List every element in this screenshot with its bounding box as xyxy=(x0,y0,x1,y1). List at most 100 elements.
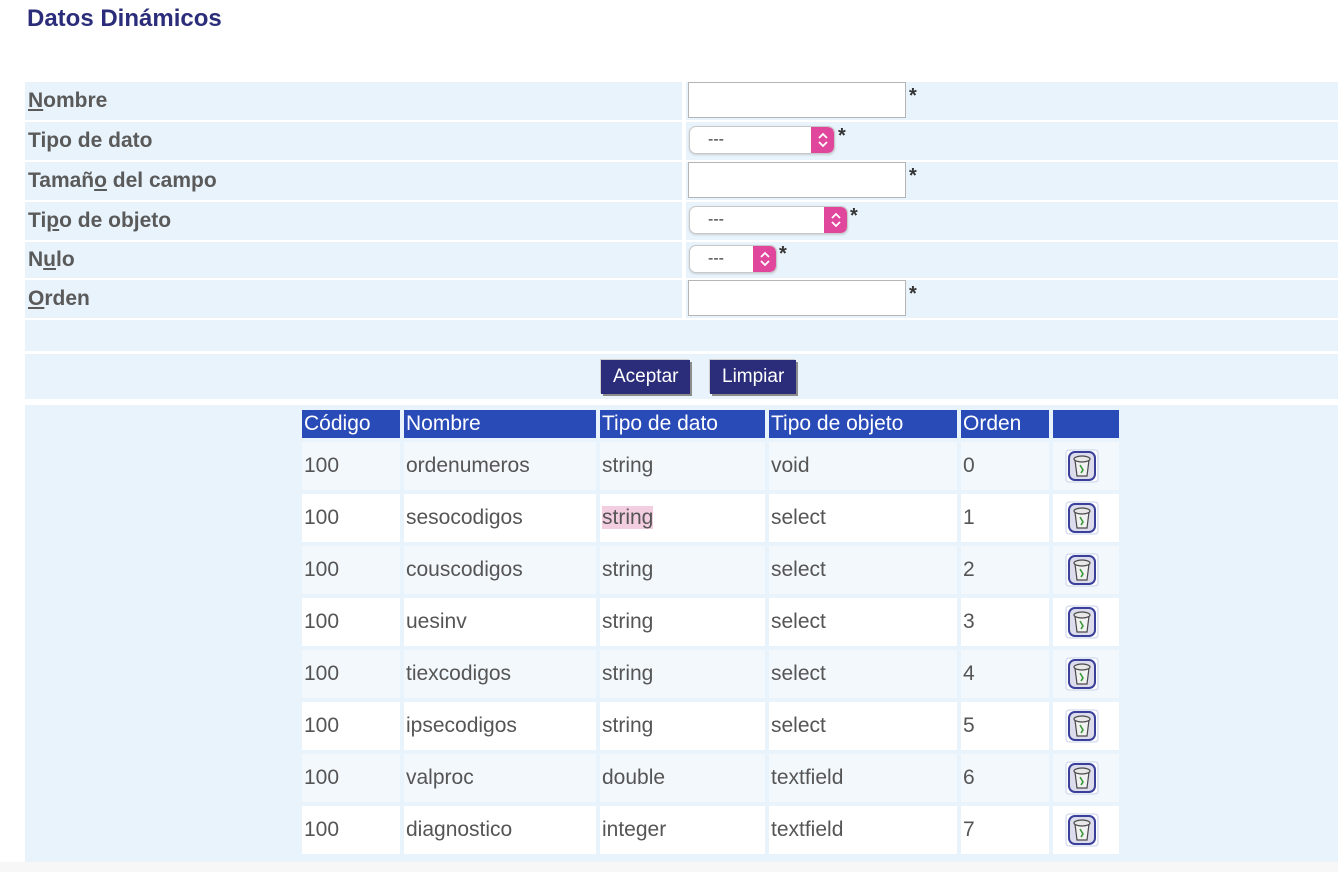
trash-icon[interactable] xyxy=(1065,553,1099,587)
orden-label-rest: rden xyxy=(44,287,90,310)
cell-tipo-dato-text: string xyxy=(602,558,654,581)
tipo-dato-required-mark: * xyxy=(838,125,846,147)
cell-codigo: 100 xyxy=(302,598,400,646)
cell-orden: 6 xyxy=(961,754,1049,802)
cell-codigo-text: 100 xyxy=(304,766,340,789)
nombre-required-mark: * xyxy=(909,85,917,107)
tamano-label-accesskey: o xyxy=(94,169,107,192)
cell-codigo: 100 xyxy=(302,546,400,594)
cell-tipo-objeto: select xyxy=(769,494,957,542)
cell-tipo-dato-text: double xyxy=(602,766,666,789)
accept-button[interactable]: Aceptar xyxy=(601,360,691,394)
clear-button[interactable]: Limpiar xyxy=(710,360,797,394)
page-title: Datos Dinámicos xyxy=(27,5,222,32)
cell-tipo-dato-text: string xyxy=(602,506,654,529)
cell-nombre: diagnostico xyxy=(404,806,596,854)
cell-orden-text: 5 xyxy=(963,714,975,737)
cell-nombre: tiexcodigos xyxy=(404,650,596,698)
cell-nombre: sesocodigos xyxy=(404,494,596,542)
trash-icon[interactable] xyxy=(1065,449,1099,483)
cell-codigo-text: 100 xyxy=(304,662,340,685)
results-panel: Código Nombre Tipo de dato Tipo de objet… xyxy=(25,405,1338,862)
cell-tipo-objeto-text: select xyxy=(771,662,826,685)
form-panel: Nombre * Tipo de dato --- * Tamañ o del c… xyxy=(25,82,1338,399)
cell-tipo-dato: integer xyxy=(600,806,765,854)
cell-orden-text: 7 xyxy=(963,818,975,841)
cell-orden: 7 xyxy=(961,806,1049,854)
column-header-tipo-objeto: Tipo de objeto xyxy=(769,410,957,438)
tipo-objeto-select[interactable]: --- xyxy=(689,206,848,234)
nombre-label-accesskey: N xyxy=(28,89,44,112)
tipo-objeto-label-accesskey: p xyxy=(46,209,60,232)
cell-nombre-text: diagnostico xyxy=(406,818,513,841)
cell-codigo: 100 xyxy=(302,806,400,854)
cell-tipo-dato-text: integer xyxy=(602,818,667,841)
cell-tipo-dato-text: string xyxy=(602,714,654,737)
cell-codigo-text: 100 xyxy=(304,714,340,737)
table-row: 100 tiexcodigos string select 4 xyxy=(302,650,1119,698)
tamano-label-b: del campo xyxy=(106,169,217,192)
cell-orden-text: 3 xyxy=(963,610,975,633)
cell-tipo-objeto-text: select xyxy=(771,610,826,633)
cell-nombre: ipsecodigos xyxy=(404,702,596,750)
tipo-dato-label: Tipo de dato xyxy=(25,122,682,160)
cell-actions xyxy=(1053,494,1119,542)
tamano-input[interactable] xyxy=(688,162,906,198)
trash-icon[interactable] xyxy=(1065,657,1099,691)
nulo-select[interactable]: --- xyxy=(689,245,777,273)
cell-orden-text: 0 xyxy=(963,454,975,477)
cell-nombre: valproc xyxy=(404,754,596,802)
cell-nombre: couscodigos xyxy=(404,546,596,594)
trash-icon[interactable] xyxy=(1065,605,1099,639)
cell-tipo-dato-text: string xyxy=(602,610,654,633)
cell-codigo-text: 100 xyxy=(304,454,340,477)
cell-tipo-objeto: select xyxy=(769,598,957,646)
cell-codigo-text: 100 xyxy=(304,506,340,529)
cell-tipo-dato: string xyxy=(600,442,765,490)
trash-icon[interactable] xyxy=(1065,761,1099,795)
nombre-input[interactable] xyxy=(688,82,906,118)
form-spacer-row xyxy=(25,320,1338,351)
cell-tipo-objeto: select xyxy=(769,702,957,750)
cell-orden: 0 xyxy=(961,442,1049,490)
cell-orden-text: 4 xyxy=(963,662,975,685)
orden-label-accesskey: O xyxy=(28,287,45,310)
cell-actions xyxy=(1053,442,1119,490)
cell-actions xyxy=(1053,702,1119,750)
nombre-cell: * xyxy=(686,82,1338,120)
cell-nombre-text: valproc xyxy=(406,766,474,789)
cell-actions xyxy=(1053,754,1119,802)
cell-nombre-text: ipsecodigos xyxy=(406,714,517,737)
cell-actions xyxy=(1053,650,1119,698)
tipo-objeto-label: Ti p o de objeto xyxy=(25,202,682,240)
cell-orden-text: 6 xyxy=(963,766,975,789)
page-bottom-strip xyxy=(0,862,1338,872)
select-arrows-icon xyxy=(824,207,847,233)
cell-tipo-objeto: void xyxy=(769,442,957,490)
column-header-nombre: Nombre xyxy=(404,410,596,438)
form-row-tipo-objeto: Ti p o de objeto --- * xyxy=(25,202,1338,240)
trash-icon[interactable] xyxy=(1065,813,1099,847)
cell-tipo-objeto-text: select xyxy=(771,714,826,737)
cell-tipo-dato: double xyxy=(600,754,765,802)
nulo-required-mark: * xyxy=(779,243,787,265)
orden-cell: * xyxy=(686,280,1338,318)
nulo-selected-value: --- xyxy=(708,250,724,267)
orden-input[interactable] xyxy=(688,280,906,316)
nulo-label-a: N xyxy=(28,248,44,271)
table-row: 100 uesinv string select 3 xyxy=(302,598,1119,646)
tipo-objeto-label-a: Ti xyxy=(28,209,47,232)
cell-orden: 3 xyxy=(961,598,1049,646)
cell-nombre-text: tiexcodigos xyxy=(406,662,512,685)
cell-tipo-objeto-text: textfield xyxy=(771,818,844,841)
table-header-row: Código Nombre Tipo de dato Tipo de objet… xyxy=(302,410,1119,438)
cell-nombre-text: uesinv xyxy=(406,610,467,633)
tipo-dato-selected-value: --- xyxy=(708,131,724,148)
tipo-dato-select[interactable]: --- xyxy=(689,126,835,154)
cell-orden-text: 2 xyxy=(963,558,975,581)
trash-icon[interactable] xyxy=(1065,709,1099,743)
cell-orden: 1 xyxy=(961,494,1049,542)
trash-icon[interactable] xyxy=(1065,501,1099,535)
select-arrows-icon xyxy=(811,127,834,153)
form-row-nulo: Nu lo --- * xyxy=(25,242,1338,278)
